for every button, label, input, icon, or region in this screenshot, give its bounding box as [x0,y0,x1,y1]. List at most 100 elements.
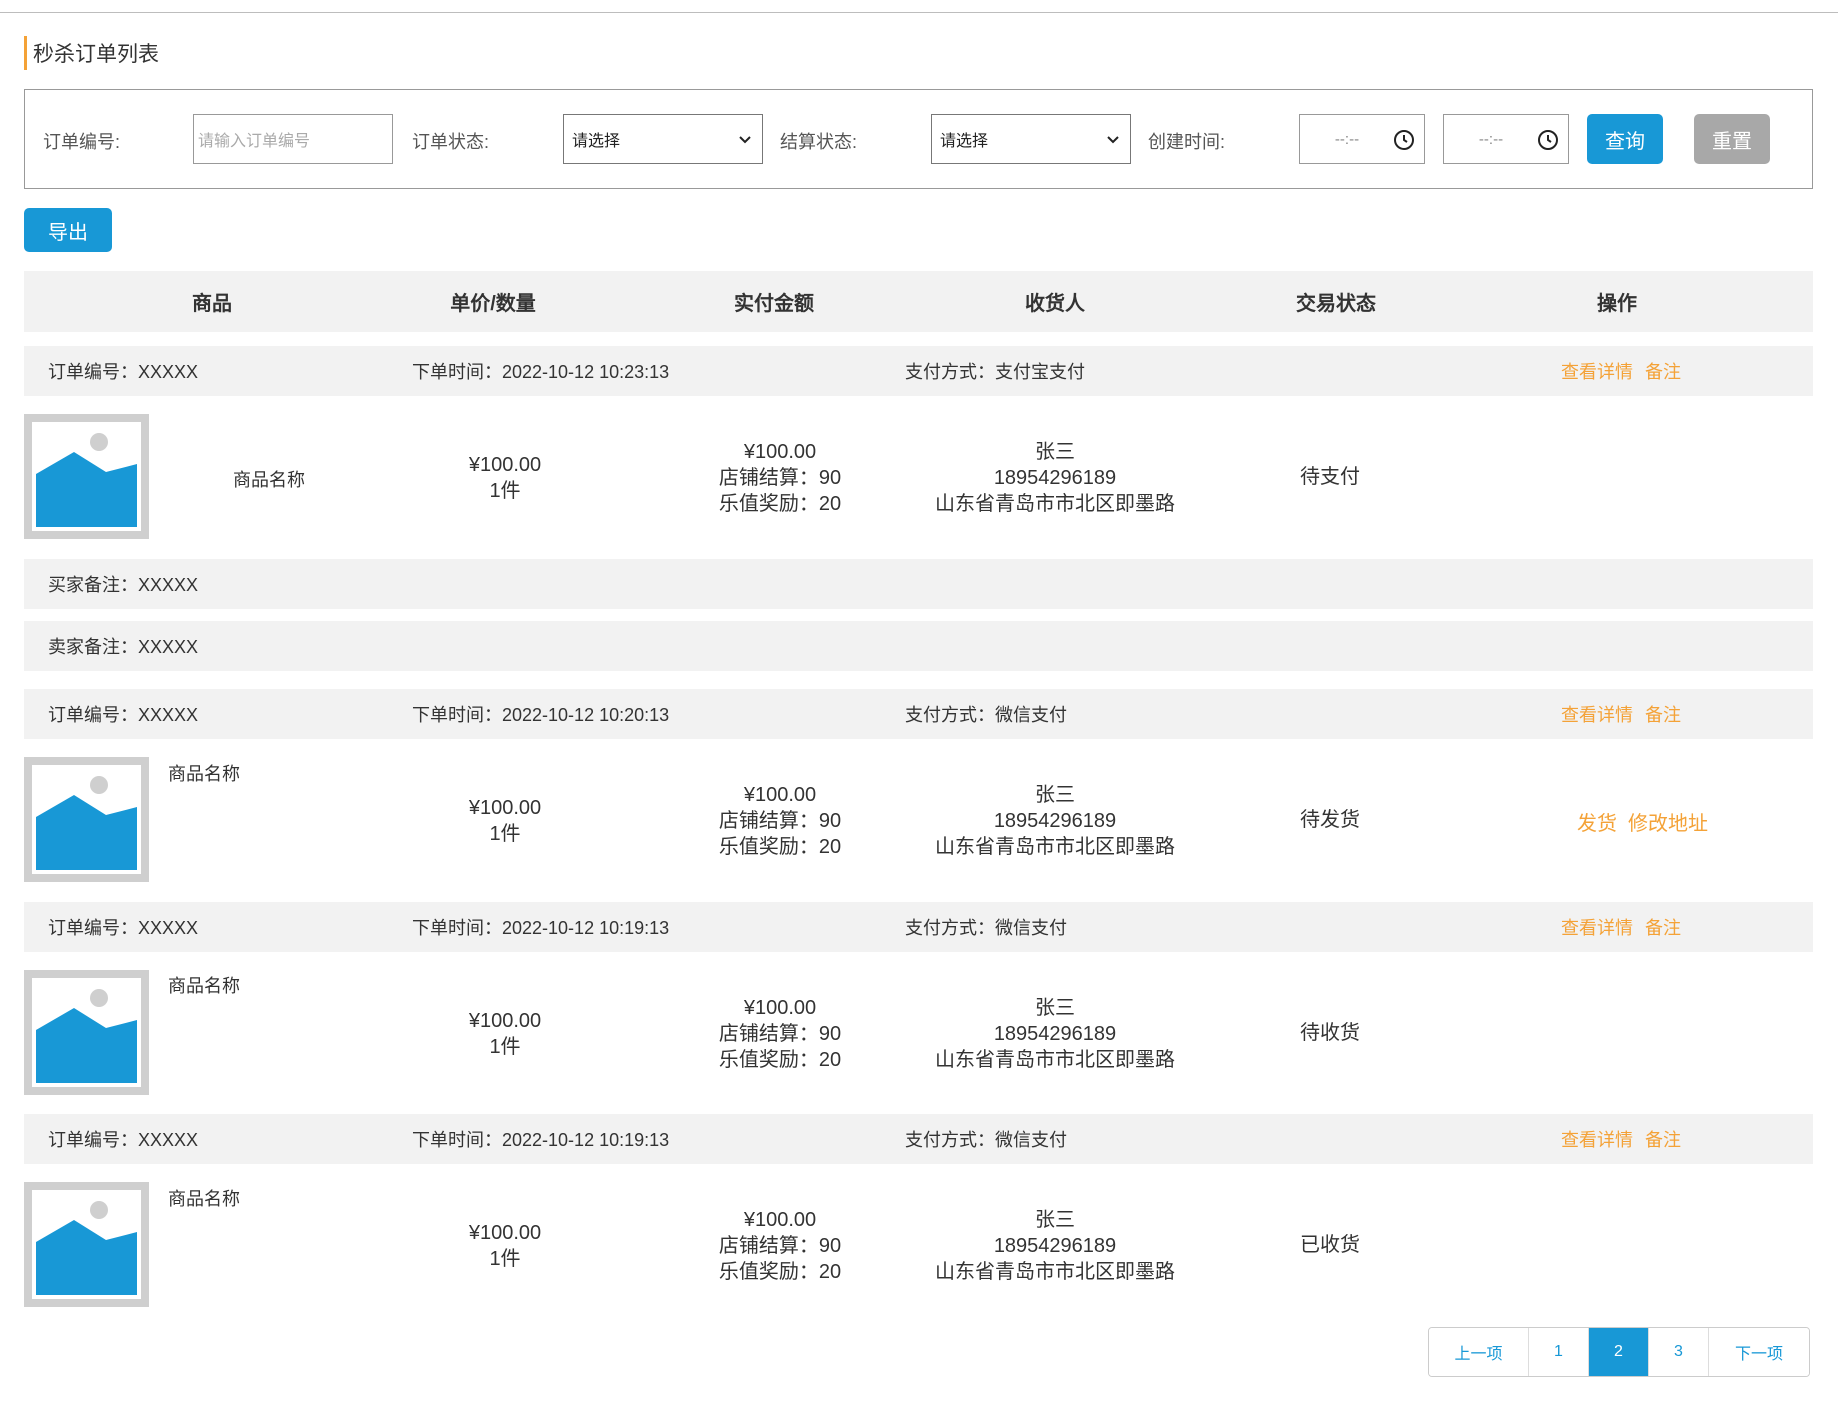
time-end-input[interactable]: --:-- [1443,114,1569,164]
order-status: 待收货 [1300,1022,1360,1044]
product-name: 商品名称 [168,764,240,784]
price-qty-cell: ¥100.00 1件 [405,1220,605,1272]
view-details-link[interactable]: 查看详情 [1561,346,1633,396]
view-details-link[interactable]: 查看详情 [1561,689,1633,739]
order-status-select[interactable]: 请选择 [563,114,763,164]
page-title-text: 秒杀订单列表 [33,43,159,66]
price-qty-cell: ¥100.00 1件 [405,452,605,504]
export-button[interactable]: 导出 [24,208,112,252]
reward-points: 乐值奖励：20 [718,493,842,515]
consignee-cell: 张三 18954296189 山东省青岛市市北区即墨路 [905,1207,1205,1285]
view-details-link[interactable]: 查看详情 [1561,902,1633,952]
clock-icon[interactable] [1536,128,1560,152]
top-divider [0,12,1838,13]
shop-settlement: 店铺结算：90 [718,467,842,489]
consignee-name: 张三 [1035,441,1075,463]
shop-settlement: 店铺结算：90 [718,1235,842,1257]
next-page-button[interactable]: 下一项 [1709,1328,1809,1376]
order-time: 下单时间：2022-10-12 10:19:13 [412,1130,670,1150]
unit-price: ¥100.00 [468,1010,542,1032]
payment-method: 支付方式：微信支付 [905,918,1067,938]
remark-link[interactable]: 备注 [1645,902,1681,952]
quantity: 1件 [489,823,521,845]
consignee-name: 张三 [1035,1209,1075,1231]
paid-amount-cell: ¥100.00 店铺结算：90 乐值奖励：20 [680,782,880,860]
consignee-phone: 18954296189 [993,1023,1117,1045]
chevron-down-icon [1107,136,1119,144]
paid-amount: ¥100.00 [743,1209,817,1231]
settle-status-select[interactable]: 请选择 [931,114,1131,164]
remark-link[interactable]: 备注 [1645,346,1681,396]
paid-amount: ¥100.00 [743,784,817,806]
remark-link[interactable]: 备注 [1645,1114,1681,1164]
reward-points: 乐值奖励：20 [718,836,842,858]
consignee-cell: 张三 18954296189 山东省青岛市市北区即墨路 [905,782,1205,860]
order-no-input[interactable]: 请输入订单编号 [193,114,393,164]
consignee-name: 张三 [1035,997,1075,1019]
settle-status-label: 结算状态: [780,132,858,152]
page-title: 秒杀订单列表 [24,36,159,70]
created-time-label: 创建时间: [1148,132,1226,152]
pagination: 上一项 1 2 3 下一项 [1428,1327,1810,1377]
buyer-note: 买家备注：XXXXX [24,559,1813,609]
column-header-paid: 实付金额 [734,293,814,315]
consignee-address: 山东省青岛市市北区即墨路 [935,493,1175,515]
order-number: 订单编号：XXXXX [48,362,199,382]
quantity: 1件 [489,480,521,502]
column-header-price-qty: 单价/数量 [450,293,536,315]
column-header-status: 交易状态 [1296,293,1376,315]
reward-points: 乐值奖励：20 [718,1261,842,1283]
seller-note: 卖家备注：XXXXX [24,621,1813,671]
unit-price: ¥100.00 [468,454,542,476]
shop-settlement: 店铺结算：90 [718,1023,842,1045]
table-header: 商品 单价/数量 实付金额 收货人 交易状态 操作 [24,271,1813,332]
consignee-cell: 张三 18954296189 山东省青岛市市北区即墨路 [905,439,1205,517]
query-button[interactable]: 查询 [1587,114,1663,164]
prev-page-button[interactable]: 上一项 [1429,1328,1529,1376]
order-number: 订单编号：XXXXX [48,1130,199,1150]
time-start-input[interactable]: --:-- [1299,114,1425,164]
clock-icon[interactable] [1392,128,1416,152]
order-meta-row: 订单编号：XXXXX 下单时间：2022-10-12 10:19:13 支付方式… [24,1114,1813,1164]
order-meta-row: 订单编号：XXXXX 下单时间：2022-10-12 10:23:13 支付方式… [24,346,1813,396]
consignee-phone: 18954296189 [993,810,1117,832]
consignee-address: 山东省青岛市市北区即墨路 [935,1261,1175,1283]
consignee-address: 山东省青岛市市北区即墨路 [935,1049,1175,1071]
paid-amount: ¥100.00 [743,441,817,463]
order-no-placeholder: 请输入订单编号 [198,133,311,150]
consignee-phone: 18954296189 [993,1235,1117,1257]
order-time: 下单时间：2022-10-12 10:19:13 [412,918,670,938]
page-button-3[interactable]: 3 [1649,1328,1709,1376]
paid-amount-cell: ¥100.00 店铺结算：90 乐值奖励：20 [680,995,880,1073]
order-number: 订单编号：XXXXX [48,705,199,725]
ship-button[interactable]: 发货 [1577,807,1617,836]
order-time: 下单时间：2022-10-12 10:23:13 [412,362,670,382]
payment-method: 支付方式：微信支付 [905,1130,1067,1150]
order-status: 已收货 [1300,1234,1360,1256]
remark-link[interactable]: 备注 [1645,689,1681,739]
order-no-label: 订单编号: [43,132,121,152]
reset-button[interactable]: 重置 [1694,114,1770,164]
paid-amount-cell: ¥100.00 店铺结算：90 乐值奖励：20 [680,439,880,517]
order-time: 下单时间：2022-10-12 10:20:13 [412,705,670,725]
image-placeholder-icon [24,1182,149,1307]
page-button-1[interactable]: 1 [1529,1328,1589,1376]
price-qty-cell: ¥100.00 1件 [405,1008,605,1060]
order-meta-row: 订单编号：XXXXX 下单时间：2022-10-12 10:20:13 支付方式… [24,689,1813,739]
order-status-label: 订单状态: [412,132,490,152]
time-start-value: --:-- [1334,130,1360,148]
paid-amount: ¥100.00 [743,997,817,1019]
order-status: 待发货 [1300,809,1360,831]
reward-points: 乐值奖励：20 [718,1049,842,1071]
product-name: 商品名称 [168,976,240,996]
consignee-phone: 18954296189 [993,467,1117,489]
shop-settlement: 店铺结算：90 [718,810,842,832]
view-details-link[interactable]: 查看详情 [1561,1114,1633,1164]
order-status-value: 请选择 [572,133,621,150]
product-name: 商品名称 [233,470,305,490]
edit-address-button[interactable]: 修改地址 [1628,807,1708,836]
consignee-cell: 张三 18954296189 山东省青岛市市北区即墨路 [905,995,1205,1073]
page-button-2-current[interactable]: 2 [1589,1328,1649,1376]
column-header-consignee: 收货人 [1025,293,1085,315]
image-placeholder-icon [24,414,149,539]
